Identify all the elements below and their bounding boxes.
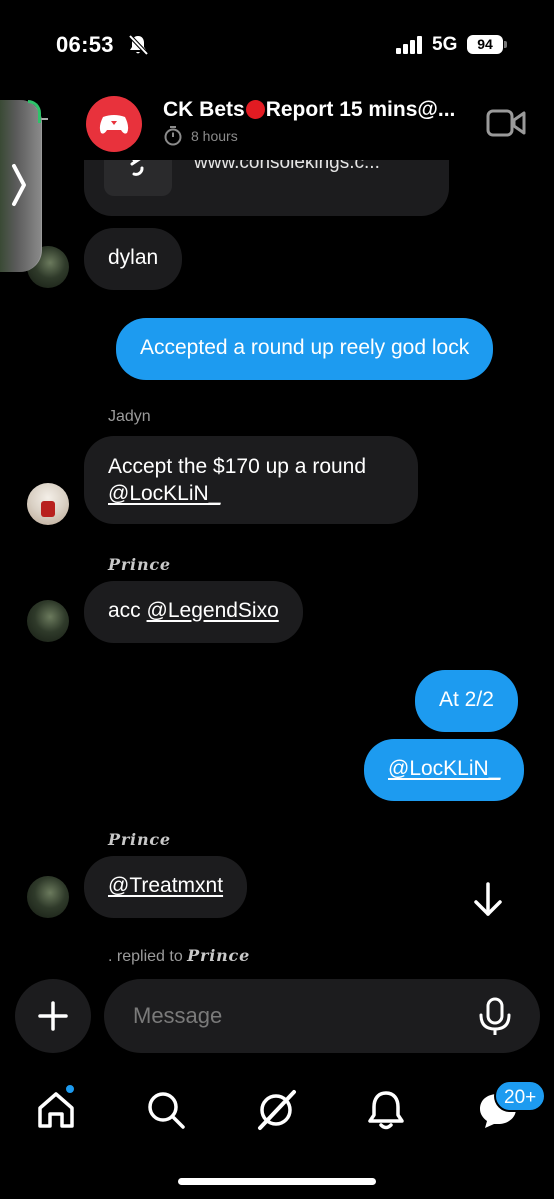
- group-avatar[interactable]: [86, 96, 142, 152]
- video-call-icon[interactable]: [486, 108, 526, 138]
- message-text: acc: [108, 599, 141, 622]
- message-bubble-outgoing[interactable]: At 2/2: [415, 670, 518, 732]
- status-bar: 06:53 5G 94: [0, 0, 554, 80]
- red-circle-emoji: [245, 100, 265, 119]
- message-text: Accept the $170 up a round: [108, 455, 367, 478]
- bottom-nav: [0, 1078, 554, 1148]
- notification-badge: 20+: [494, 1080, 547, 1112]
- message-text: dylan: [108, 246, 159, 269]
- battery-tip: [504, 41, 507, 48]
- muted-bell-icon: [128, 34, 148, 56]
- mention-link[interactable]: @Treatmxnt: [108, 874, 223, 897]
- message-text: At 2/2: [439, 688, 494, 711]
- mention-link[interactable]: @LegendSixo: [147, 599, 279, 622]
- reply-indicator: . replied to Prince: [108, 946, 251, 965]
- status-time: 06:53: [56, 32, 114, 57]
- message-bubble-outgoing[interactable]: Accepted a round up reely god lock: [116, 318, 494, 380]
- message-bubble[interactable]: acc @LegendSixo: [84, 581, 303, 643]
- side-panel-handle[interactable]: [0, 100, 42, 272]
- disappearing-timer-label: 8 hours: [191, 128, 238, 144]
- home-indicator[interactable]: [178, 1178, 376, 1185]
- mention-link[interactable]: @LocKLiN_: [388, 757, 500, 780]
- sender-name: Prince: [108, 555, 171, 574]
- microphone-icon[interactable]: [478, 997, 512, 1037]
- home-unread-dot: [64, 1083, 76, 1095]
- search-icon[interactable]: [144, 1088, 188, 1132]
- message-bubble-outgoing[interactable]: @LocKLiN_: [364, 739, 525, 801]
- chat-title[interactable]: CK Bets Report 15 mins@...: [163, 98, 463, 122]
- mention-link[interactable]: @LocKLiN_: [108, 480, 394, 507]
- battery-level: 94: [467, 35, 503, 54]
- signal-icon: [396, 36, 422, 54]
- message-bubble[interactable]: @Treatmxnt: [84, 856, 248, 918]
- message-bubble[interactable]: Accept the $170 up a round @LocKLiN_: [84, 436, 418, 524]
- timer-icon: [164, 126, 182, 146]
- sender-avatar[interactable]: [27, 600, 69, 642]
- message-composer[interactable]: [104, 979, 540, 1053]
- sender-name: Jadyn: [108, 408, 151, 425]
- network-type: 5G: [432, 34, 458, 55]
- arrow-down-icon[interactable]: [470, 880, 506, 920]
- grok-icon[interactable]: [254, 1088, 298, 1132]
- message-input[interactable]: [133, 997, 453, 1035]
- bell-icon[interactable]: [364, 1088, 408, 1132]
- gamepad-icon: [99, 115, 129, 134]
- message-bubble[interactable]: dylan: [84, 228, 183, 290]
- sender-name: Prince: [108, 830, 171, 849]
- chevron-right-icon: [12, 164, 26, 206]
- sender-avatar[interactable]: [27, 483, 69, 525]
- chat-subtitle: 8 hours: [163, 126, 238, 146]
- message-text: Accepted a round up reely god lock: [140, 336, 470, 359]
- attach-button[interactable]: [15, 979, 91, 1053]
- sender-avatar[interactable]: [27, 876, 69, 918]
- chat-header: CK Bets Report 15 mins@... 8 hours: [0, 88, 554, 160]
- plus-icon: [38, 1001, 68, 1031]
